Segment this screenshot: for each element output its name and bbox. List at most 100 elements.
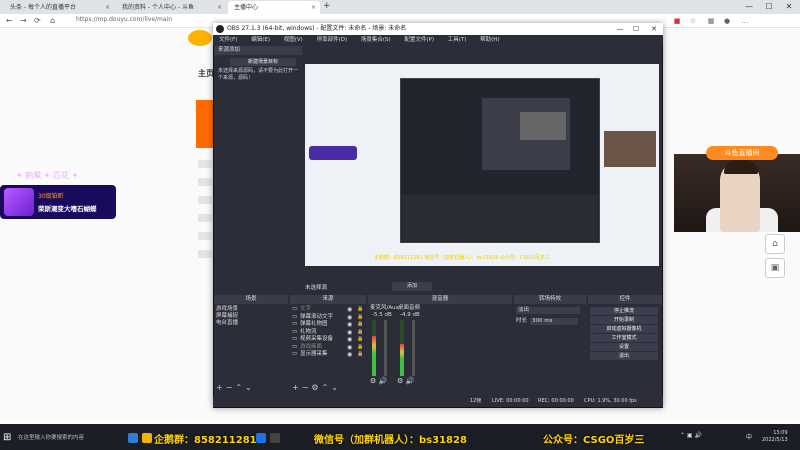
menu-file[interactable]: 文件(F): [219, 37, 237, 43]
control-button[interactable]: 启动虚拟摄像机: [590, 325, 658, 333]
gift-decoration: ✦ 鹤鹭 ✦ 匹花 ✦: [16, 171, 79, 180]
obs-title: OBS 27.1.3 (64-bit, windows) - 配置文件: 未命名…: [213, 23, 663, 35]
lock-icon[interactable]: 🔒: [357, 344, 363, 350]
home-icon[interactable]: ⌂: [765, 234, 785, 254]
control-button[interactable]: 开始录制: [590, 316, 658, 324]
scene-dock-controls[interactable]: +−⌃⌄: [216, 383, 255, 392]
douyu-logo: [188, 30, 212, 46]
obs-maximize-button[interactable]: ☐: [628, 23, 644, 35]
source-dock-controls[interactable]: +−⚙⌃⌄: [292, 383, 341, 392]
source-item[interactable]: 视频采集设备: [300, 336, 333, 343]
input-language[interactable]: 中: [746, 432, 752, 441]
back-icon[interactable]: ←: [6, 14, 13, 28]
sidebar-item[interactable]: [198, 214, 212, 222]
sidebar-item[interactable]: [198, 160, 212, 168]
url-field[interactable]: https://mp.douyu.com/live/main: [76, 16, 172, 23]
lock-icon[interactable]: 🔒: [357, 329, 363, 335]
controls-title: 控件: [588, 295, 662, 304]
control-button[interactable]: 设置: [590, 343, 658, 351]
qr-code-icon[interactable]: ▣: [765, 258, 785, 278]
sidebar-item[interactable]: [198, 232, 212, 240]
tab-anchor-center[interactable]: 主播中心 ×: [228, 1, 320, 14]
taskbar-app-icon[interactable]: [142, 433, 152, 443]
close-icon[interactable]: ×: [311, 1, 316, 14]
taskbar-app-icon[interactable]: [128, 433, 138, 443]
menu-view[interactable]: 视图(V): [284, 37, 303, 43]
mixer-ch1-volume-slider[interactable]: [384, 320, 387, 376]
ad-wechat: 微信号（加群机器人）：bs31828: [314, 435, 467, 446]
visibility-icon[interactable]: ◉: [347, 321, 352, 328]
menu-help[interactable]: 帮助(H): [480, 37, 499, 43]
visibility-icon[interactable]: ◉: [347, 306, 352, 313]
control-button[interactable]: 停止推流: [590, 307, 658, 315]
sidebar-active-item[interactable]: [196, 100, 214, 148]
tab-profile[interactable]: 我的资料 - 个人中心 - 斗鱼 ×: [116, 1, 226, 14]
obs-close-button[interactable]: ✕: [646, 23, 662, 35]
visibility-icon[interactable]: ◉: [347, 336, 352, 343]
collections-icon[interactable]: ▦: [706, 16, 716, 26]
visibility-icon[interactable]: ◉: [347, 351, 352, 358]
menu-tools[interactable]: 工具(T): [448, 37, 467, 43]
source-item[interactable]: 弹幕礼物图: [300, 321, 328, 328]
menu-docks[interactable]: 停靠部件(D): [317, 37, 348, 43]
favorites-icon[interactable]: ☆: [688, 16, 698, 26]
profile-icon[interactable]: ●: [722, 16, 732, 26]
forward-icon[interactable]: →: [20, 14, 27, 28]
lock-icon[interactable]: 🔒: [357, 314, 363, 320]
lock-icon[interactable]: 🔒: [357, 336, 363, 342]
source-item[interactable]: 显示器采集: [300, 351, 328, 358]
transition-duration-input[interactable]: 300 ms: [530, 318, 578, 325]
transition-select[interactable]: 淡出: [516, 307, 580, 314]
sidebar-item[interactable]: [198, 250, 212, 258]
tray-icons[interactable]: ⌃ ▣ 🔊: [680, 432, 702, 439]
lock-icon[interactable]: 🔒: [357, 306, 363, 312]
more-icon[interactable]: …: [740, 16, 750, 26]
scene-item[interactable]: 电台直播: [216, 320, 238, 327]
source-item[interactable]: 礼物流: [300, 329, 317, 336]
no-source-label: 未选择源: [305, 285, 328, 291]
taskbar-clock[interactable]: 13:09 2022/5/13: [762, 430, 788, 444]
control-button[interactable]: 退出: [590, 352, 658, 360]
source-item[interactable]: 游戏画面: [300, 344, 322, 351]
menu-edit[interactable]: 编辑(E): [251, 37, 270, 43]
sidebar-item[interactable]: [198, 178, 212, 186]
preview-ticker: 企鹅群：858211281 微信号（加群机器人）：bs31828 公众号：CSG…: [374, 255, 550, 261]
tab-home[interactable]: 头条 - 每个人的直播平台 ×: [4, 1, 114, 14]
mixer-ch2-mute-icon[interactable]: ⚙ 🔊: [397, 378, 414, 385]
close-icon[interactable]: ×: [105, 1, 110, 14]
lock-icon[interactable]: 🔒: [357, 351, 363, 357]
taskbar-app-icon[interactable]: [256, 433, 266, 443]
lock-icon[interactable]: 🔒: [357, 321, 363, 327]
close-icon[interactable]: ×: [217, 1, 222, 14]
sidebar-item[interactable]: [198, 196, 212, 204]
refresh-icon[interactable]: ⟳: [34, 14, 41, 28]
extension-icon[interactable]: ■: [672, 16, 682, 26]
source-item[interactable]: 文字: [300, 306, 311, 313]
source-item[interactable]: 弹幕滚动文字: [300, 314, 333, 321]
preview-add-button[interactable]: 添加: [392, 282, 432, 291]
windows-start-icon[interactable]: ⊞: [3, 432, 11, 443]
obs-minimize-button[interactable]: —: [612, 23, 628, 35]
new-tab-button[interactable]: +: [323, 1, 331, 11]
source-type-icon: ▭: [292, 328, 298, 335]
mixer-ch1-db: -5.5 dB: [372, 312, 392, 318]
visibility-icon[interactable]: ◉: [347, 329, 352, 336]
visibility-icon[interactable]: ◉: [347, 314, 352, 321]
menu-scene-collection[interactable]: 场景集合(S): [361, 37, 391, 43]
scene-item[interactable]: 游戏场景: [216, 306, 238, 313]
transitions-title: 转场特效: [514, 295, 586, 304]
taskbar-search[interactable]: 在这里输入你要搜索的内容: [18, 433, 84, 441]
mixer-ch1-mute-icon[interactable]: ⚙ 🔊: [370, 378, 387, 385]
close-window-button[interactable]: ✕: [780, 0, 798, 14]
dock-tab[interactable]: 来源添加: [214, 46, 302, 55]
menu-profile[interactable]: 配置文件(P): [404, 37, 434, 43]
scene-item[interactable]: 屏幕捕捉: [216, 313, 238, 320]
minimize-button[interactable]: —: [740, 0, 758, 14]
control-button[interactable]: 工作室模式: [590, 334, 658, 342]
maximize-button[interactable]: ☐: [760, 0, 778, 14]
visibility-icon[interactable]: ◉: [347, 344, 352, 351]
taskbar-obs-icon[interactable]: [270, 433, 280, 443]
mixer-ch2-volume-slider[interactable]: [412, 320, 415, 376]
missing-files-button[interactable]: 新建场景目标: [230, 58, 296, 66]
home-icon[interactable]: ⌂: [50, 14, 55, 28]
